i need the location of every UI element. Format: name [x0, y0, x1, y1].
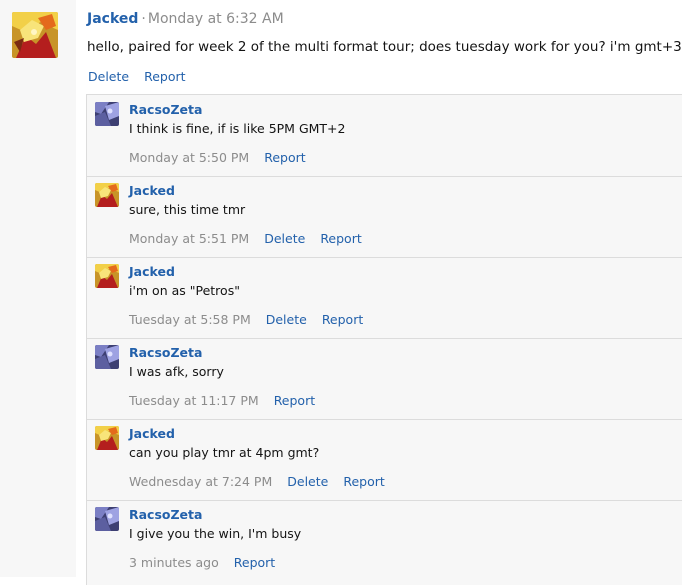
comment-text: I think is fine, if is like 5PM GMT+2	[129, 121, 346, 136]
comment-report-link[interactable]: Report	[264, 150, 305, 165]
comment-timestamp[interactable]: Tuesday at 5:58 PM	[129, 312, 251, 327]
left-gutter	[0, 0, 76, 577]
comment-timestamp[interactable]: Monday at 5:50 PM	[129, 150, 249, 165]
comment-actions: Wednesday at 7:24 PM Delete Report	[129, 474, 400, 489]
post-author-link[interactable]: Jacked	[87, 11, 138, 27]
jacked-avatar-icon[interactable]	[95, 183, 119, 207]
jacked-avatar-icon[interactable]	[95, 426, 119, 450]
comment-author-link[interactable]: Jacked	[129, 183, 175, 198]
comment-text: I was afk, sorry	[129, 364, 224, 379]
comment-author-link[interactable]: Jacked	[129, 264, 175, 279]
comment-text: I give you the win, I'm busy	[129, 526, 302, 541]
racsozeta-avatar-icon[interactable]	[95, 345, 119, 369]
comment-actions: 3 minutes ago Report	[129, 555, 290, 570]
jacked-avatar-icon[interactable]	[12, 12, 58, 58]
racsozeta-avatar-icon[interactable]	[95, 102, 119, 126]
comment-report-link[interactable]: Report	[322, 312, 363, 327]
jacked-avatar-icon[interactable]	[95, 264, 119, 288]
comment-item: Jacked i'm on as "Petros" Tuesday at 5:5…	[87, 257, 682, 339]
post-actions: Delete Report	[88, 69, 201, 84]
comment-item: Jacked sure, this time tmr Monday at 5:5…	[87, 176, 682, 258]
comment-item: RacsoZeta I was afk, sorry Tuesday at 11…	[87, 338, 682, 420]
comment-actions: Tuesday at 5:58 PM Delete Report	[129, 312, 378, 327]
comment-delete-link[interactable]: Delete	[264, 231, 305, 246]
comment-text: can you play tmr at 4pm gmt?	[129, 445, 320, 460]
comment-author-link[interactable]: RacsoZeta	[129, 345, 202, 360]
comment-text: i'm on as "Petros"	[129, 283, 240, 298]
comment-timestamp[interactable]: Tuesday at 11:17 PM	[129, 393, 259, 408]
comment-item: Jacked can you play tmr at 4pm gmt? Wedn…	[87, 419, 682, 501]
comment-author-link[interactable]: RacsoZeta	[129, 102, 202, 117]
comment-delete-link[interactable]: Delete	[266, 312, 307, 327]
comment-timestamp[interactable]: Monday at 5:51 PM	[129, 231, 249, 246]
post-message: hello, paired for week 2 of the multi fo…	[87, 39, 682, 55]
post-report-link[interactable]: Report	[144, 69, 185, 84]
comment-report-link[interactable]: Report	[320, 231, 361, 246]
comment-timestamp[interactable]: 3 minutes ago	[129, 555, 219, 570]
post-timestamp[interactable]: Monday at 6:32 AM	[148, 11, 284, 27]
header-separator: ·	[141, 11, 146, 27]
comment-actions: Tuesday at 11:17 PM Report	[129, 393, 330, 408]
comment-report-link[interactable]: Report	[234, 555, 275, 570]
comment-author-link[interactable]: Jacked	[129, 426, 175, 441]
comment-delete-link[interactable]: Delete	[287, 474, 328, 489]
comment-actions: Monday at 5:50 PM Report	[129, 150, 321, 165]
comment-report-link[interactable]: Report	[274, 393, 315, 408]
racsozeta-avatar-icon[interactable]	[95, 507, 119, 531]
comment-timestamp[interactable]: Wednesday at 7:24 PM	[129, 474, 272, 489]
comment-item: RacsoZeta I think is fine, if is like 5P…	[87, 95, 682, 177]
comment-author-link[interactable]: RacsoZeta	[129, 507, 202, 522]
post-header: Jacked · Monday at 6:32 AM	[87, 11, 284, 27]
comment-list: RacsoZeta I think is fine, if is like 5P…	[86, 94, 682, 585]
comment-text: sure, this time tmr	[129, 202, 246, 217]
comment-actions: Monday at 5:51 PM Delete Report	[129, 231, 377, 246]
comment-report-link[interactable]: Report	[343, 474, 384, 489]
comment-item: RacsoZeta I give you the win, I'm busy 3…	[87, 500, 682, 581]
post-delete-link[interactable]: Delete	[88, 69, 129, 84]
